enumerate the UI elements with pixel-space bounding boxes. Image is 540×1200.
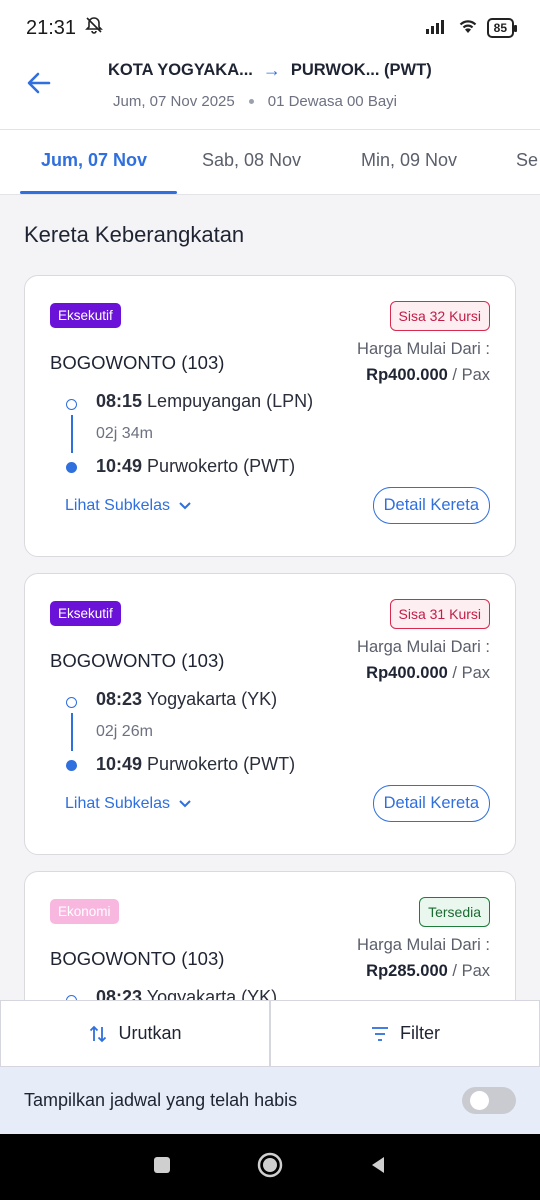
seat-availability-badge: Sisa 31 Kursi — [389, 599, 490, 629]
sort-label: Urutkan — [118, 1023, 182, 1043]
class-badge: Ekonomi — [50, 899, 119, 924]
active-tab-indicator — [20, 191, 177, 194]
arrival-row: 10:49 Purwokerto (PWT) — [96, 754, 295, 775]
destination-station: PURWOK... (PWT) — [290, 61, 432, 79]
departure-row: 08:15 Lempuyangan (LPN) — [96, 391, 313, 412]
price-value: Rp400.000 — [366, 664, 448, 682]
train-card[interactable]: Eksekutif Sisa 32 Kursi BOGOWONTO (103) … — [24, 275, 516, 557]
train-detail-button[interactable]: Detail Kereta — [372, 487, 490, 524]
show-expired-label: Tampilkan jadwal yang telah habis — [24, 1090, 298, 1110]
tab-date-0[interactable]: Jum, 07 Nov — [41, 150, 147, 171]
back-button[interactable] — [22, 66, 56, 100]
app-header: KOTA YOGYAKA... → PURWOK... (PWT) Jum, 0… — [0, 56, 540, 130]
subclass-label: Lihat Subkelas — [65, 795, 170, 812]
tab-date-1[interactable]: Sab, 08 Nov — [202, 150, 301, 171]
mute-icon — [84, 15, 104, 41]
seat-availability-badge: Sisa 32 Kursi — [389, 301, 490, 331]
departure-row: 08:23 Yogyakarta (YK) — [96, 689, 277, 710]
show-expired-row: Tampilkan jadwal yang telah habis — [0, 1067, 540, 1134]
filter-icon — [372, 1026, 388, 1041]
arrival-dot — [66, 462, 77, 473]
back-arrow-icon — [27, 72, 51, 94]
arrival-time: 10:49 — [96, 754, 143, 774]
route-title: KOTA YOGYAKA... → PURWOK... (PWT) — [108, 60, 432, 81]
price-value: Rp285.000 — [366, 962, 448, 980]
train-name: BOGOWONTO (103) — [50, 352, 225, 373]
origin-station: KOTA YOGYAKA... — [108, 61, 253, 79]
price-value: Rp400.000 — [366, 366, 448, 384]
price-label: Harga Mulai Dari : — [357, 936, 490, 954]
price-line: Rp400.000 / Pax — [366, 664, 490, 683]
price-unit: / Pax — [447, 366, 490, 384]
arrival-dot — [66, 760, 77, 771]
tab-date-3[interactable]: Se — [516, 150, 538, 171]
arrival-time: 10:49 — [96, 456, 143, 476]
status-time: 21:31 — [26, 16, 77, 39]
status-left: 21:31 — [26, 15, 104, 41]
timeline-line — [71, 713, 73, 751]
timeline-line — [71, 415, 73, 453]
arrival-row: 10:49 Purwokerto (PWT) — [96, 456, 295, 477]
recents-button[interactable] — [151, 1154, 173, 1181]
train-name: BOGOWONTO (103) — [50, 948, 225, 969]
view-subclass-link[interactable]: Lihat Subkelas — [65, 497, 192, 515]
train-name: BOGOWONTO (103) — [50, 650, 225, 671]
departure-station: Yogyakarta (YK) — [142, 689, 278, 709]
tab-date-2[interactable]: Min, 09 Nov — [361, 150, 457, 171]
filter-button[interactable]: Filter — [270, 1000, 540, 1067]
battery-indicator: 85 — [486, 18, 518, 38]
price-label: Harga Mulai Dari : — [357, 638, 490, 656]
journey-timeline: 08:15 Lempuyangan (LPN) 02j 34m 10:49 Pu… — [66, 391, 366, 481]
chevron-down-icon — [179, 502, 191, 510]
chevron-down-icon — [179, 800, 191, 808]
toggle-knob — [470, 1091, 489, 1110]
train-card[interactable]: Eksekutif Sisa 31 Kursi BOGOWONTO (103) … — [24, 573, 516, 855]
subclass-label: Lihat Subkelas — [65, 497, 170, 514]
back-nav-button[interactable] — [367, 1154, 389, 1181]
departure-dot — [66, 697, 77, 708]
passenger-count: 01 Dewasa 00 Bayi — [267, 93, 397, 110]
price-line: Rp285.000 / Pax — [366, 962, 490, 981]
train-detail-button[interactable]: Detail Kereta — [372, 785, 490, 822]
signal-icon — [425, 18, 449, 39]
status-bar: 21:31 85 — [0, 0, 540, 56]
view-subclass-link[interactable]: Lihat Subkelas — [65, 795, 192, 813]
wifi-icon — [457, 17, 479, 40]
price-unit: / Pax — [447, 962, 490, 980]
status-right: 85 — [425, 17, 518, 40]
departure-dot — [66, 399, 77, 410]
departure-time: 08:15 — [96, 391, 143, 411]
sort-icon — [90, 1025, 107, 1042]
bottom-action-bar: Urutkan Filter — [0, 1000, 540, 1067]
trip-duration: 02j 34m — [96, 425, 153, 442]
departure-time: 08:23 — [96, 689, 143, 709]
show-expired-toggle[interactable] — [462, 1087, 516, 1114]
arrival-station: Purwokerto (PWT) — [142, 754, 296, 774]
trip-duration: 02j 26m — [96, 723, 153, 740]
system-nav-bar — [0, 1134, 540, 1200]
arrow-right-icon: → — [262, 60, 281, 80]
price-label: Harga Mulai Dari : — [357, 340, 490, 358]
dot-separator — [248, 99, 254, 104]
trip-date: Jum, 07 Nov 2025 — [113, 93, 235, 110]
sort-button[interactable]: Urutkan — [0, 1000, 270, 1067]
date-tabs: Jum, 07 Nov Sab, 08 Nov Min, 09 Nov Se — [0, 130, 540, 195]
class-badge: Eksekutif — [50, 601, 121, 626]
home-button[interactable] — [256, 1151, 284, 1184]
seat-availability-badge: Tersedia — [419, 897, 490, 927]
trip-info: Jum, 07 Nov 2025 01 Dewasa 00 Bayi — [113, 93, 397, 110]
section-title: Kereta Keberangkatan — [24, 222, 245, 247]
class-badge: Eksekutif — [50, 303, 121, 328]
departure-station: Lempuyangan (LPN) — [142, 391, 314, 411]
arrival-station: Purwokerto (PWT) — [142, 456, 296, 476]
journey-timeline: 08:23 Yogyakarta (YK) 02j 26m 10:49 Purw… — [66, 689, 366, 779]
price-line: Rp400.000 / Pax — [366, 366, 490, 385]
price-unit: / Pax — [447, 664, 490, 682]
filter-label: Filter — [400, 1023, 440, 1043]
